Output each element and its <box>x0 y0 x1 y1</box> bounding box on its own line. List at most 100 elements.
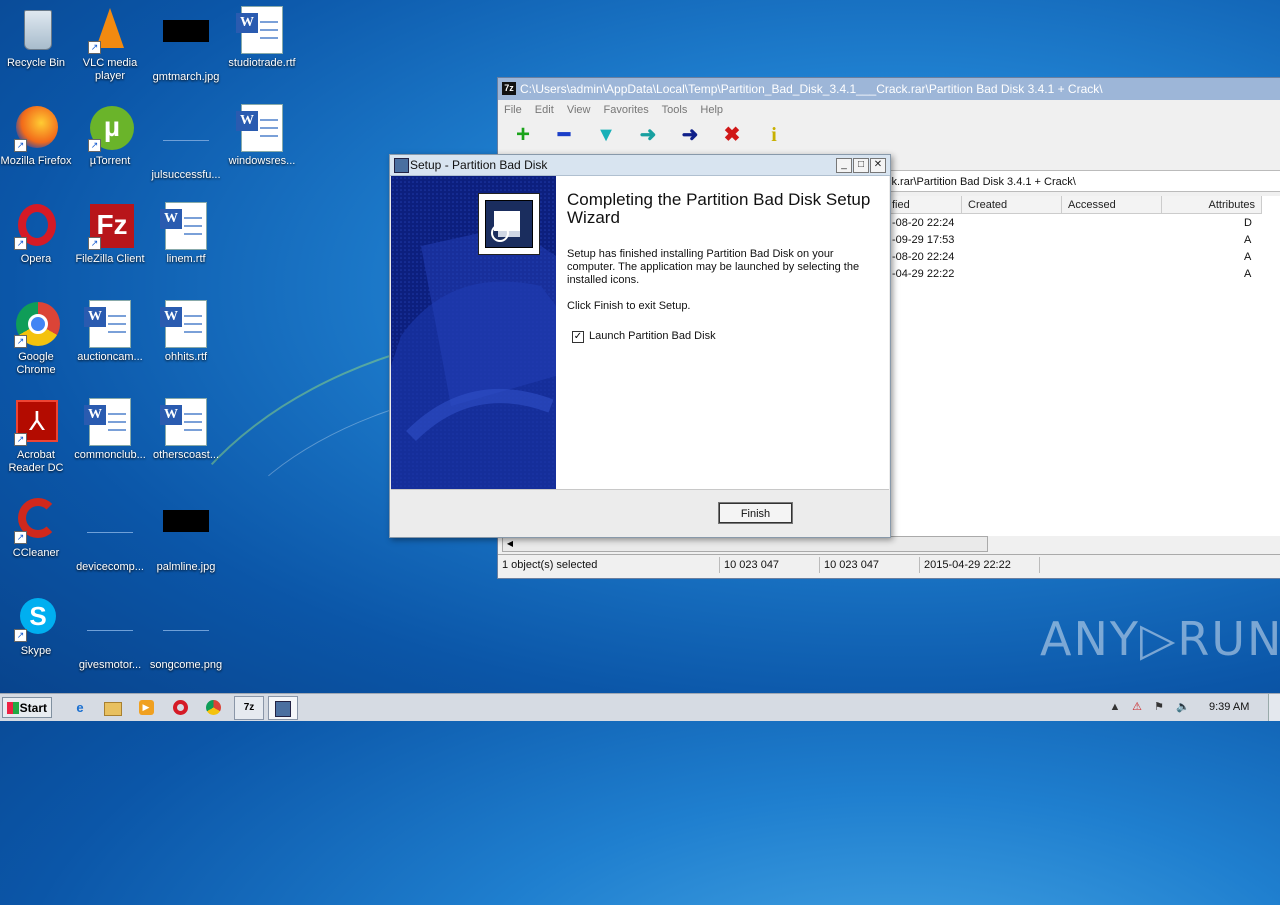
ccleaner-icon: ↗ <box>12 496 60 544</box>
add-icon: + <box>515 121 530 148</box>
image-file-icon <box>162 510 210 558</box>
desktop-icon-songcome[interactable]: songcome.png <box>148 594 224 672</box>
desktop-icon-auctioncam[interactable]: W auctioncam... <box>72 300 148 364</box>
menu-view[interactable]: View <box>567 104 591 116</box>
desktop-icon-chrome[interactable]: ↗ Google Chrome <box>0 300 74 377</box>
file-modified: -08-20 22:24 <box>892 251 955 263</box>
recycle-bin-icon <box>12 6 60 54</box>
taskbar-clock[interactable]: 9:39 AM <box>1209 701 1249 713</box>
desktop-icon-firefox[interactable]: ↗ Mozilla Firefox <box>0 104 74 168</box>
taskbar-setup-task[interactable] <box>268 696 298 720</box>
column-header-modified[interactable]: fied <box>886 196 962 214</box>
menu-help[interactable]: Help <box>700 104 723 116</box>
shortcut-arrow-icon: ↗ <box>14 139 27 152</box>
sevenzip-menubar: File Edit View Favorites Tools Help <box>498 100 1280 120</box>
delete-button[interactable]: ✖ <box>715 124 749 152</box>
sevenzip-title: C:\Users\admin\AppData\Local\Temp\Partit… <box>520 82 1103 96</box>
wizard-side-banner <box>391 176 556 489</box>
tray-action-center-icon[interactable]: ⚑ <box>1152 700 1166 714</box>
launch-checkbox[interactable]: ✓ <box>572 331 584 343</box>
desktop-icon-ccleaner[interactable]: ↗ CCleaner <box>0 496 74 560</box>
shortcut-arrow-icon: ↗ <box>14 629 27 642</box>
wizard-heading: Completing the Partition Bad Disk Setup … <box>567 190 871 227</box>
desktop-icon-commonclub[interactable]: W commonclub... <box>72 398 148 462</box>
shortcut-arrow-icon: ↗ <box>88 41 101 54</box>
desktop-icon-studiotrade[interactable]: W studiotrade.rtf <box>224 6 300 70</box>
taskbar-7zip-task[interactable]: 7z <box>234 696 264 720</box>
opera-icon: ↗ <box>12 202 60 250</box>
setup-dialog: Setup - Partition Bad Disk _ □ ✕ Complet… <box>389 154 891 538</box>
system-tray: ▲ ⚠ ⚑ 🔈 <box>1100 694 1280 721</box>
desktop-icon-linem[interactable]: W linem.rtf <box>148 202 224 266</box>
image-file-icon <box>162 20 210 68</box>
desktop-icon-ohhits[interactable]: W ohhits.rtf <box>148 300 224 364</box>
tray-network-icon[interactable]: ⚠ <box>1130 700 1144 714</box>
add-button[interactable]: + <box>506 121 540 152</box>
utorrent-icon: µ ↗ <box>86 104 134 152</box>
shortcut-arrow-icon: ↗ <box>14 531 27 544</box>
desktop-icon-acrobat[interactable]: ⅄ ↗ Acrobat Reader DC <box>0 398 74 475</box>
desktop-icon-gmtmarch[interactable]: gmtmarch.jpg <box>148 6 224 84</box>
menu-tools[interactable]: Tools <box>662 104 688 116</box>
status-selected: 1 object(s) selected <box>498 557 720 573</box>
desktop-icon-skype[interactable]: S ↗ Skype <box>0 594 74 658</box>
desktop-icon-utorrent[interactable]: µ ↗ µTorrent <box>72 104 148 168</box>
desktop-icon-julsuccessfu[interactable]: julsuccessfu... <box>148 104 224 182</box>
shortcut-arrow-icon: ↗ <box>14 237 27 250</box>
launch-checkbox-label[interactable]: Launch Partition Bad Disk <box>589 330 716 342</box>
copy-button[interactable]: ➜ <box>631 124 665 152</box>
desktop-icon-windowsres[interactable]: W windowsres... <box>224 104 300 168</box>
minimize-button[interactable]: _ <box>836 158 852 173</box>
word-document-icon: W <box>160 398 210 446</box>
column-header-created[interactable]: Created <box>962 196 1062 214</box>
column-header-attributes-label: Attributes <box>1208 199 1255 211</box>
setup-title: Setup - Partition Bad Disk <box>410 158 548 172</box>
menu-favorites[interactable]: Favorites <box>604 104 649 116</box>
status-size: 10 023 047 <box>720 557 820 573</box>
column-header-accessed[interactable]: Accessed <box>1062 196 1162 214</box>
menu-edit[interactable]: Edit <box>535 104 554 116</box>
test-button[interactable]: ▼ <box>589 124 623 152</box>
maximize-button[interactable]: □ <box>853 158 869 173</box>
column-header-attributes[interactable]: Attributes <box>1162 196 1262 214</box>
taskbar-opera-icon[interactable] <box>170 698 190 717</box>
sevenzip-toolbar: + ━ ▼ ➜ ➜ ✖ i <box>498 120 1280 154</box>
taskbar-ie-icon[interactable]: e <box>70 698 90 717</box>
extract-icon: ━ <box>557 124 571 146</box>
wizard-finished-text: Setup has finished installing Partition … <box>567 248 860 286</box>
start-button[interactable]: Start <box>2 697 52 718</box>
scroll-left-icon[interactable]: ◀ <box>504 538 516 550</box>
desktop-icon-devicecomp[interactable]: devicecomp... <box>72 496 148 574</box>
desktop-icon-vlc[interactable]: ↗ VLC media player <box>72 6 148 83</box>
desktop-icon-otherscoast[interactable]: W otherscoast... <box>148 398 224 462</box>
extract-button[interactable]: ━ <box>547 124 581 152</box>
show-desktop-button[interactable] <box>1268 694 1280 721</box>
finish-button[interactable]: Finish <box>718 502 793 524</box>
desktop-icon-givesmotor[interactable]: givesmotor... <box>72 594 148 672</box>
desktop-icon-recycle-bin[interactable]: Recycle Bin <box>0 6 74 70</box>
taskbar-explorer-icon[interactable] <box>103 698 123 717</box>
taskbar-chrome-icon[interactable] <box>203 698 223 717</box>
menu-file[interactable]: File <box>504 104 522 116</box>
copy-icon: ➜ <box>639 124 657 146</box>
close-button[interactable]: ✕ <box>870 158 886 173</box>
desktop-icon-opera[interactable]: ↗ Opera <box>0 202 74 266</box>
setup-titlebar[interactable]: Setup - Partition Bad Disk _ □ ✕ <box>390 155 890 176</box>
taskbar-mediaplayer-icon[interactable]: ▶ <box>136 698 156 717</box>
sevenzip-titlebar[interactable]: 7z C:\Users\admin\AppData\Local\Temp\Par… <box>498 78 1280 100</box>
setup-task-icon <box>275 701 291 717</box>
word-document-icon: W <box>84 300 134 348</box>
info-icon: i <box>771 124 777 146</box>
desktop-icon-filezilla[interactable]: Fz ↗ FileZilla Client <box>72 202 148 266</box>
file-modified: -08-20 22:24 <box>892 217 955 229</box>
chrome-icon: ↗ <box>12 300 60 348</box>
sevenzip-statusbar: 1 object(s) selected 10 023 047 10 023 0… <box>498 554 1280 575</box>
tray-volume-icon[interactable]: 🔈 <box>1176 700 1190 714</box>
horizontal-scrollbar[interactable]: ◀ <box>502 536 988 552</box>
acrobat-icon: ⅄ ↗ <box>12 398 60 446</box>
move-button[interactable]: ➜ <box>673 124 707 152</box>
info-button[interactable]: i <box>757 124 791 152</box>
skype-icon: S ↗ <box>12 594 60 642</box>
desktop-icon-palmline[interactable]: palmline.jpg <box>148 496 224 574</box>
tray-expand-icon[interactable]: ▲ <box>1108 700 1122 714</box>
